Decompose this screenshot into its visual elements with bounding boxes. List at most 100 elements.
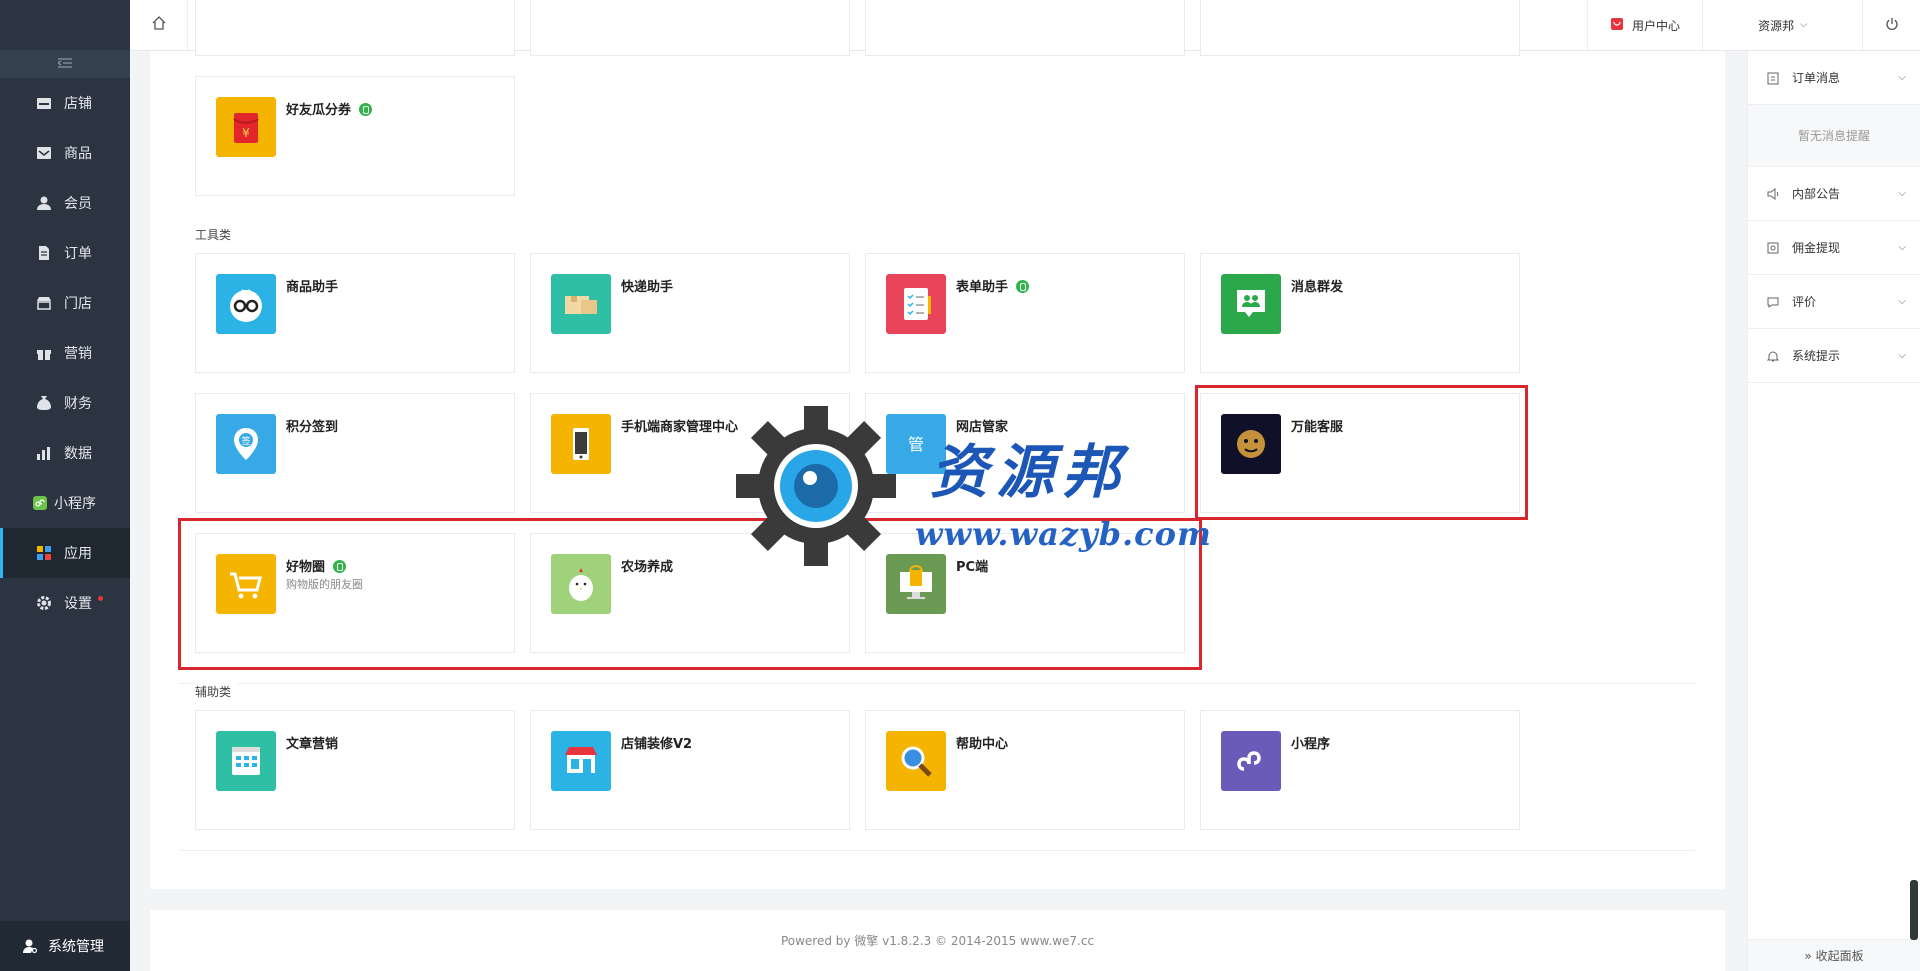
footer-text: Powered by 微擎 v1.8.2.3 © 2014-2015 www.w…	[780, 934, 1095, 948]
app-name: 小程序	[1291, 737, 1331, 752]
app-card-goods-helper[interactable]: 商品助手	[195, 253, 515, 373]
app-name: 文章营销	[286, 737, 339, 752]
logout-button[interactable]	[1862, 0, 1920, 50]
mobile-phone-icon	[551, 414, 611, 474]
sidebar-item-label: 商品	[64, 146, 92, 162]
money-bag-icon	[36, 395, 52, 411]
indent-icon	[56, 57, 72, 71]
rp-label: 评价	[1792, 295, 1817, 309]
rp-label: 内部公告	[1792, 187, 1841, 201]
app-card-form-helper[interactable]: 表单助手	[865, 253, 1185, 373]
app-name: 消息群发	[1291, 280, 1344, 295]
right-panel: 订单消息 ⌵ 暂无消息提醒 内部公告 ⌵ 佣金提现 ⌵ 评价 ⌵ 系统提示 ⌵ …	[1747, 51, 1920, 971]
home-icon	[151, 15, 167, 35]
rp-review[interactable]: 评价 ⌵	[1748, 275, 1920, 329]
rp-order-messages[interactable]: 订单消息 ⌵	[1748, 51, 1920, 105]
sidebar-item-label: 门店	[64, 296, 92, 312]
app-card-cutoff[interactable]	[530, 0, 850, 56]
app-name: 积分签到	[286, 420, 339, 435]
rp-label: 系统提示	[1792, 349, 1841, 363]
red-envelope-icon: ¥	[216, 97, 276, 157]
app-card-article-marketing[interactable]: 文章营销	[195, 710, 515, 830]
section-title-tools: 工具类	[195, 228, 232, 242]
chevron-down-icon: ⌵	[1898, 350, 1906, 361]
sidebar-item-apps[interactable]: 应用	[0, 528, 130, 578]
sidebar-collapse-button[interactable]	[0, 50, 130, 78]
order-icon	[36, 245, 52, 261]
sidebar: 店铺 商品 会员 订单 门店 营销 财务 数据 小程序 应用 设置 系统管理	[0, 0, 130, 971]
clipboard-icon	[1766, 71, 1780, 85]
watermark-text: 资源邦	[930, 438, 1129, 506]
shop-icon	[36, 95, 52, 111]
sidebar-item-label: 订单	[64, 246, 92, 262]
sidebar-item-goods[interactable]: 商品	[0, 128, 130, 178]
chevron-down-icon: ⌵	[1898, 242, 1906, 253]
settings-badge	[98, 596, 103, 601]
rp-collapse-button[interactable]: » 收起面板	[1748, 939, 1920, 971]
app-card-shop-decor[interactable]: 店铺装修V2	[530, 710, 850, 830]
app-card-points-signin[interactable]: 签 积分签到	[195, 393, 515, 513]
sidebar-item-label: 应用	[64, 546, 92, 562]
chevron-down-icon: ⌵	[1898, 296, 1906, 307]
scrollbar-thumb[interactable]	[1910, 880, 1918, 940]
sidebar-item-member[interactable]: 会员	[0, 178, 130, 228]
user-center-icon	[1610, 17, 1624, 34]
app-card-msg-broadcast[interactable]: 消息群发	[1200, 253, 1520, 373]
rp-label: 佣金提现	[1792, 241, 1841, 255]
sidebar-item-label: 营销	[64, 346, 92, 362]
sidebar-item-label: 会员	[64, 196, 92, 212]
sidebar-item-store[interactable]: 门店	[0, 278, 130, 328]
app-card-friend-coupon[interactable]: ¥ 好友瓜分券	[195, 76, 515, 196]
rp-internal-notice[interactable]: 内部公告 ⌵	[1748, 167, 1920, 221]
sidebar-item-settings[interactable]: 设置	[0, 578, 130, 628]
sidebar-item-label: 财务	[64, 396, 92, 412]
power-icon	[1885, 16, 1899, 35]
goods-helper-icon	[216, 274, 276, 334]
member-icon	[36, 195, 52, 211]
app-name: 表单助手	[956, 276, 1030, 295]
app-card-express-helper[interactable]: 快递助手	[530, 253, 850, 373]
sidebar-logo-area	[0, 0, 130, 50]
magnifier-icon	[886, 731, 946, 791]
home-button[interactable]	[130, 0, 188, 50]
sidebar-item-shop[interactable]: 店铺	[0, 78, 130, 128]
footer: Powered by 微擎 v1.8.2.3 © 2014-2015 www.w…	[150, 910, 1725, 971]
sidebar-item-order[interactable]: 订单	[0, 228, 130, 278]
section-title-aux: 辅助类	[195, 683, 238, 700]
rp-system-tips[interactable]: 系统提示 ⌵	[1748, 329, 1920, 383]
gear-icon	[36, 595, 52, 611]
sidebar-item-miniprogram[interactable]: 小程序	[0, 478, 130, 528]
app-card-mini-program[interactable]: 小程序	[1200, 710, 1520, 830]
bottom-divider	[180, 850, 1695, 851]
system-management-label: 系统管理	[48, 939, 104, 955]
sidebar-item-marketing[interactable]: 营销	[0, 328, 130, 378]
sidebar-item-finance[interactable]: 财务	[0, 378, 130, 428]
app-name: 商品助手	[286, 280, 339, 295]
app-name: 店铺装修V2	[621, 737, 693, 752]
app-card-help-center[interactable]: 帮助中心	[865, 710, 1185, 830]
rp-withdraw[interactable]: 佣金提现 ⌵	[1748, 221, 1920, 275]
app-name: 快递助手	[621, 280, 674, 295]
app-card-cutoff[interactable]	[1200, 0, 1520, 56]
watermark-url: www.wazyb.com	[915, 515, 1212, 553]
app-name: 手机端商家管理中心	[621, 420, 739, 435]
app-name: 好友瓜分券	[286, 99, 373, 118]
account-dropdown[interactable]: 资源邦 ⌵	[1702, 0, 1862, 50]
user-center-label: 用户中心	[1631, 18, 1680, 33]
apps-icon	[36, 545, 52, 561]
system-management-button[interactable]: 系统管理	[0, 921, 130, 971]
store-icon	[36, 295, 52, 311]
goods-icon	[36, 145, 52, 161]
account-label: 资源邦	[1758, 18, 1795, 33]
svg-text:管: 管	[908, 435, 924, 454]
chevron-down-icon: ⌵	[1800, 20, 1807, 30]
miniprogram-logo-icon	[1221, 731, 1281, 791]
storefront-icon	[551, 731, 611, 791]
watermark-gear-logo	[735, 405, 897, 571]
app-card-cutoff[interactable]	[195, 0, 515, 56]
package-icon	[551, 274, 611, 334]
sidebar-item-data[interactable]: 数据	[0, 428, 130, 478]
chevron-down-icon: ⌵	[1898, 188, 1906, 199]
app-card-cutoff[interactable]	[865, 0, 1185, 56]
user-center-button[interactable]: 用户中心	[1587, 0, 1702, 50]
